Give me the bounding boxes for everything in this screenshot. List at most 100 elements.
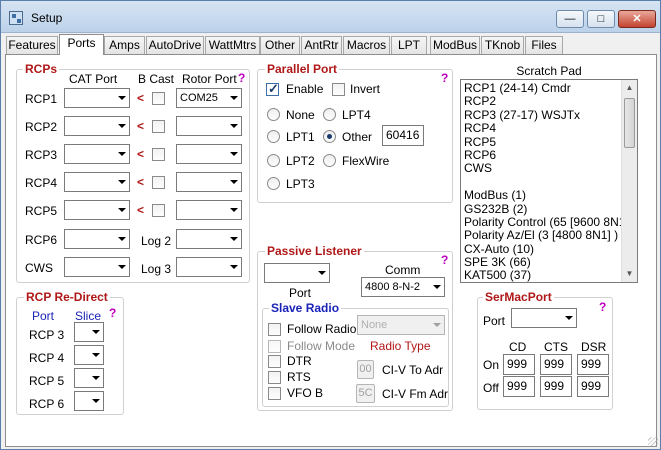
tab-macros[interactable]: Macros bbox=[343, 36, 390, 54]
cws-log-label: Log 3 bbox=[141, 262, 172, 276]
redirect-rcp3-slice-select[interactable] bbox=[74, 322, 104, 342]
cts-on-input[interactable]: 999 bbox=[540, 354, 572, 375]
cat-port-header: CAT Port bbox=[69, 72, 118, 86]
resize-grip-icon[interactable] bbox=[648, 437, 658, 447]
rcp1-rotor-port-select[interactable]: COM25 bbox=[176, 88, 242, 108]
tab-ports[interactable]: Ports bbox=[59, 34, 104, 55]
rcp6-rotor-port-select[interactable] bbox=[176, 229, 242, 249]
close-button[interactable]: ✕ bbox=[618, 10, 656, 28]
scratch-line: SPE 3K (66) bbox=[464, 255, 531, 270]
cts-off-input[interactable]: 999 bbox=[540, 376, 572, 397]
setup-window: Setup — □ ✕ Features Ports Amps AutoDriv… bbox=[0, 0, 661, 450]
dsr-on-input[interactable]: 999 bbox=[577, 354, 609, 375]
rcp5-bcast-checkbox[interactable] bbox=[152, 204, 165, 217]
rcp2-bcast-checkbox[interactable] bbox=[152, 120, 165, 133]
redirect-rcp6-slice-select[interactable] bbox=[74, 391, 104, 411]
rts-label: RTS bbox=[287, 370, 311, 384]
scratch-line: ModBus (1) bbox=[464, 188, 527, 203]
redirect-help-icon[interactable]: ? bbox=[109, 306, 116, 320]
tab-files[interactable]: Files bbox=[525, 36, 563, 54]
passive-help-icon[interactable]: ? bbox=[441, 253, 448, 267]
cws-cat-port-select[interactable] bbox=[64, 257, 130, 277]
rcp4-bcast-checkbox[interactable] bbox=[152, 176, 165, 189]
passive-comm-select[interactable]: 4800 8-N-2 bbox=[361, 277, 445, 297]
rcp3-rotor-port-select[interactable] bbox=[176, 144, 242, 164]
scroll-down-icon[interactable]: ▼ bbox=[622, 266, 637, 282]
parallel-lpt1-radio[interactable] bbox=[267, 130, 280, 143]
rcp6-label: RCP6 bbox=[25, 233, 58, 247]
redirect-rcp5-label: RCP 5 bbox=[29, 374, 65, 388]
rcp3-cat-port-select[interactable] bbox=[64, 144, 130, 164]
vfo-b-checkbox[interactable] bbox=[268, 387, 281, 400]
tab-autodrive[interactable]: AutoDrive bbox=[146, 36, 204, 54]
rcp1-cat-port-select[interactable] bbox=[64, 88, 130, 108]
parallel-none-radio[interactable] bbox=[267, 108, 280, 121]
tab-wattmtrs[interactable]: WattMtrs bbox=[205, 36, 260, 54]
scratch-line: RCP3 (27-17) WSJTx bbox=[464, 107, 581, 122]
follow-radio-label: Follow Radio bbox=[287, 322, 357, 336]
rcp2-bcast-arrow: < bbox=[137, 119, 145, 133]
cd-on-input[interactable]: 999 bbox=[503, 354, 535, 375]
tab-features[interactable]: Features bbox=[6, 36, 58, 54]
sermac-port-select[interactable] bbox=[511, 308, 577, 328]
rcp1-bcast-checkbox[interactable] bbox=[152, 92, 165, 105]
window-title: Setup bbox=[31, 11, 63, 25]
app-icon bbox=[9, 11, 23, 25]
tab-antrtr[interactable]: AntRtr bbox=[301, 36, 342, 54]
parallel-lpt2-radio[interactable] bbox=[267, 154, 280, 167]
parallel-lpt3-radio[interactable] bbox=[267, 177, 280, 190]
maximize-button[interactable]: □ bbox=[587, 10, 615, 28]
parallel-flexwire-radio[interactable] bbox=[323, 154, 336, 167]
chevron-down-icon bbox=[565, 316, 573, 320]
redirect-rcp5-slice-select[interactable] bbox=[74, 368, 104, 388]
rcp6-cat-port-select[interactable] bbox=[64, 229, 130, 249]
parallel-other-address-input[interactable]: 60416 bbox=[382, 125, 424, 146]
cd-off-input[interactable]: 999 bbox=[503, 376, 535, 397]
tab-modbus[interactable]: ModBus bbox=[430, 36, 480, 54]
rts-checkbox[interactable] bbox=[268, 371, 281, 384]
scratch-pad-textarea[interactable]: RCP1 (24-14) Cmdr RCP2 RCP3 (27-17) WSJT… bbox=[460, 79, 638, 283]
chevron-down-icon bbox=[230, 208, 238, 212]
rcp3-bcast-checkbox[interactable] bbox=[152, 148, 165, 161]
scroll-thumb[interactable] bbox=[624, 98, 635, 148]
bcast-header: B Cast bbox=[138, 72, 175, 86]
rcp5-cat-port-select[interactable] bbox=[64, 200, 130, 220]
slave-radio-type-select[interactable]: None bbox=[357, 315, 445, 335]
rcp2-cat-port-select[interactable] bbox=[64, 116, 130, 136]
cws-rotor-port-select[interactable] bbox=[176, 257, 242, 277]
rcp4-cat-port-select[interactable] bbox=[64, 172, 130, 192]
parallel-help-icon[interactable]: ? bbox=[441, 71, 448, 85]
rcp4-rotor-port-select[interactable] bbox=[176, 172, 242, 192]
passive-port-select[interactable] bbox=[264, 263, 330, 283]
rcp2-rotor-port-select[interactable] bbox=[176, 116, 242, 136]
rcp5-rotor-port-select[interactable] bbox=[176, 200, 242, 220]
scratch-line: RCP2 bbox=[464, 94, 497, 109]
tab-other[interactable]: Other bbox=[260, 36, 300, 54]
follow-mode-checkbox[interactable] bbox=[268, 340, 281, 353]
rcps-help-icon[interactable]: ? bbox=[238, 71, 245, 85]
rcp1-label: RCP1 bbox=[25, 92, 58, 106]
minimize-button[interactable]: — bbox=[556, 10, 584, 28]
dtr-checkbox[interactable] bbox=[268, 355, 281, 368]
redirect-rcp4-slice-select[interactable] bbox=[74, 345, 104, 365]
rcp1-bcast-arrow: < bbox=[137, 91, 145, 105]
parallel-invert-checkbox[interactable] bbox=[332, 83, 345, 96]
parallel-lpt4-radio[interactable] bbox=[323, 108, 336, 121]
civ-from-address-input[interactable]: 5C bbox=[356, 384, 375, 403]
slave-radio-type-value: None bbox=[361, 319, 388, 331]
sermac-help-icon[interactable]: ? bbox=[599, 300, 606, 314]
tab-amps[interactable]: Amps bbox=[104, 36, 145, 54]
rcps-group-title: RCPs bbox=[23, 62, 60, 76]
follow-radio-checkbox[interactable] bbox=[268, 323, 281, 336]
scroll-up-icon[interactable]: ▲ bbox=[622, 80, 637, 96]
parallel-other-radio[interactable] bbox=[323, 130, 336, 143]
scratch-pad-scrollbar[interactable]: ▲ ▼ bbox=[621, 80, 637, 282]
tab-lpt[interactable]: LPT bbox=[391, 36, 427, 54]
chevron-down-icon bbox=[118, 265, 126, 269]
dsr-off-input[interactable]: 999 bbox=[577, 376, 609, 397]
title-bar: Setup — □ ✕ bbox=[1, 1, 660, 33]
scratch-line: KAT500 (37) bbox=[464, 268, 532, 283]
tab-tknob[interactable]: TKnob bbox=[481, 36, 524, 54]
civ-to-address-input[interactable]: 00 bbox=[357, 360, 374, 379]
parallel-enable-checkbox[interactable] bbox=[266, 81, 279, 97]
